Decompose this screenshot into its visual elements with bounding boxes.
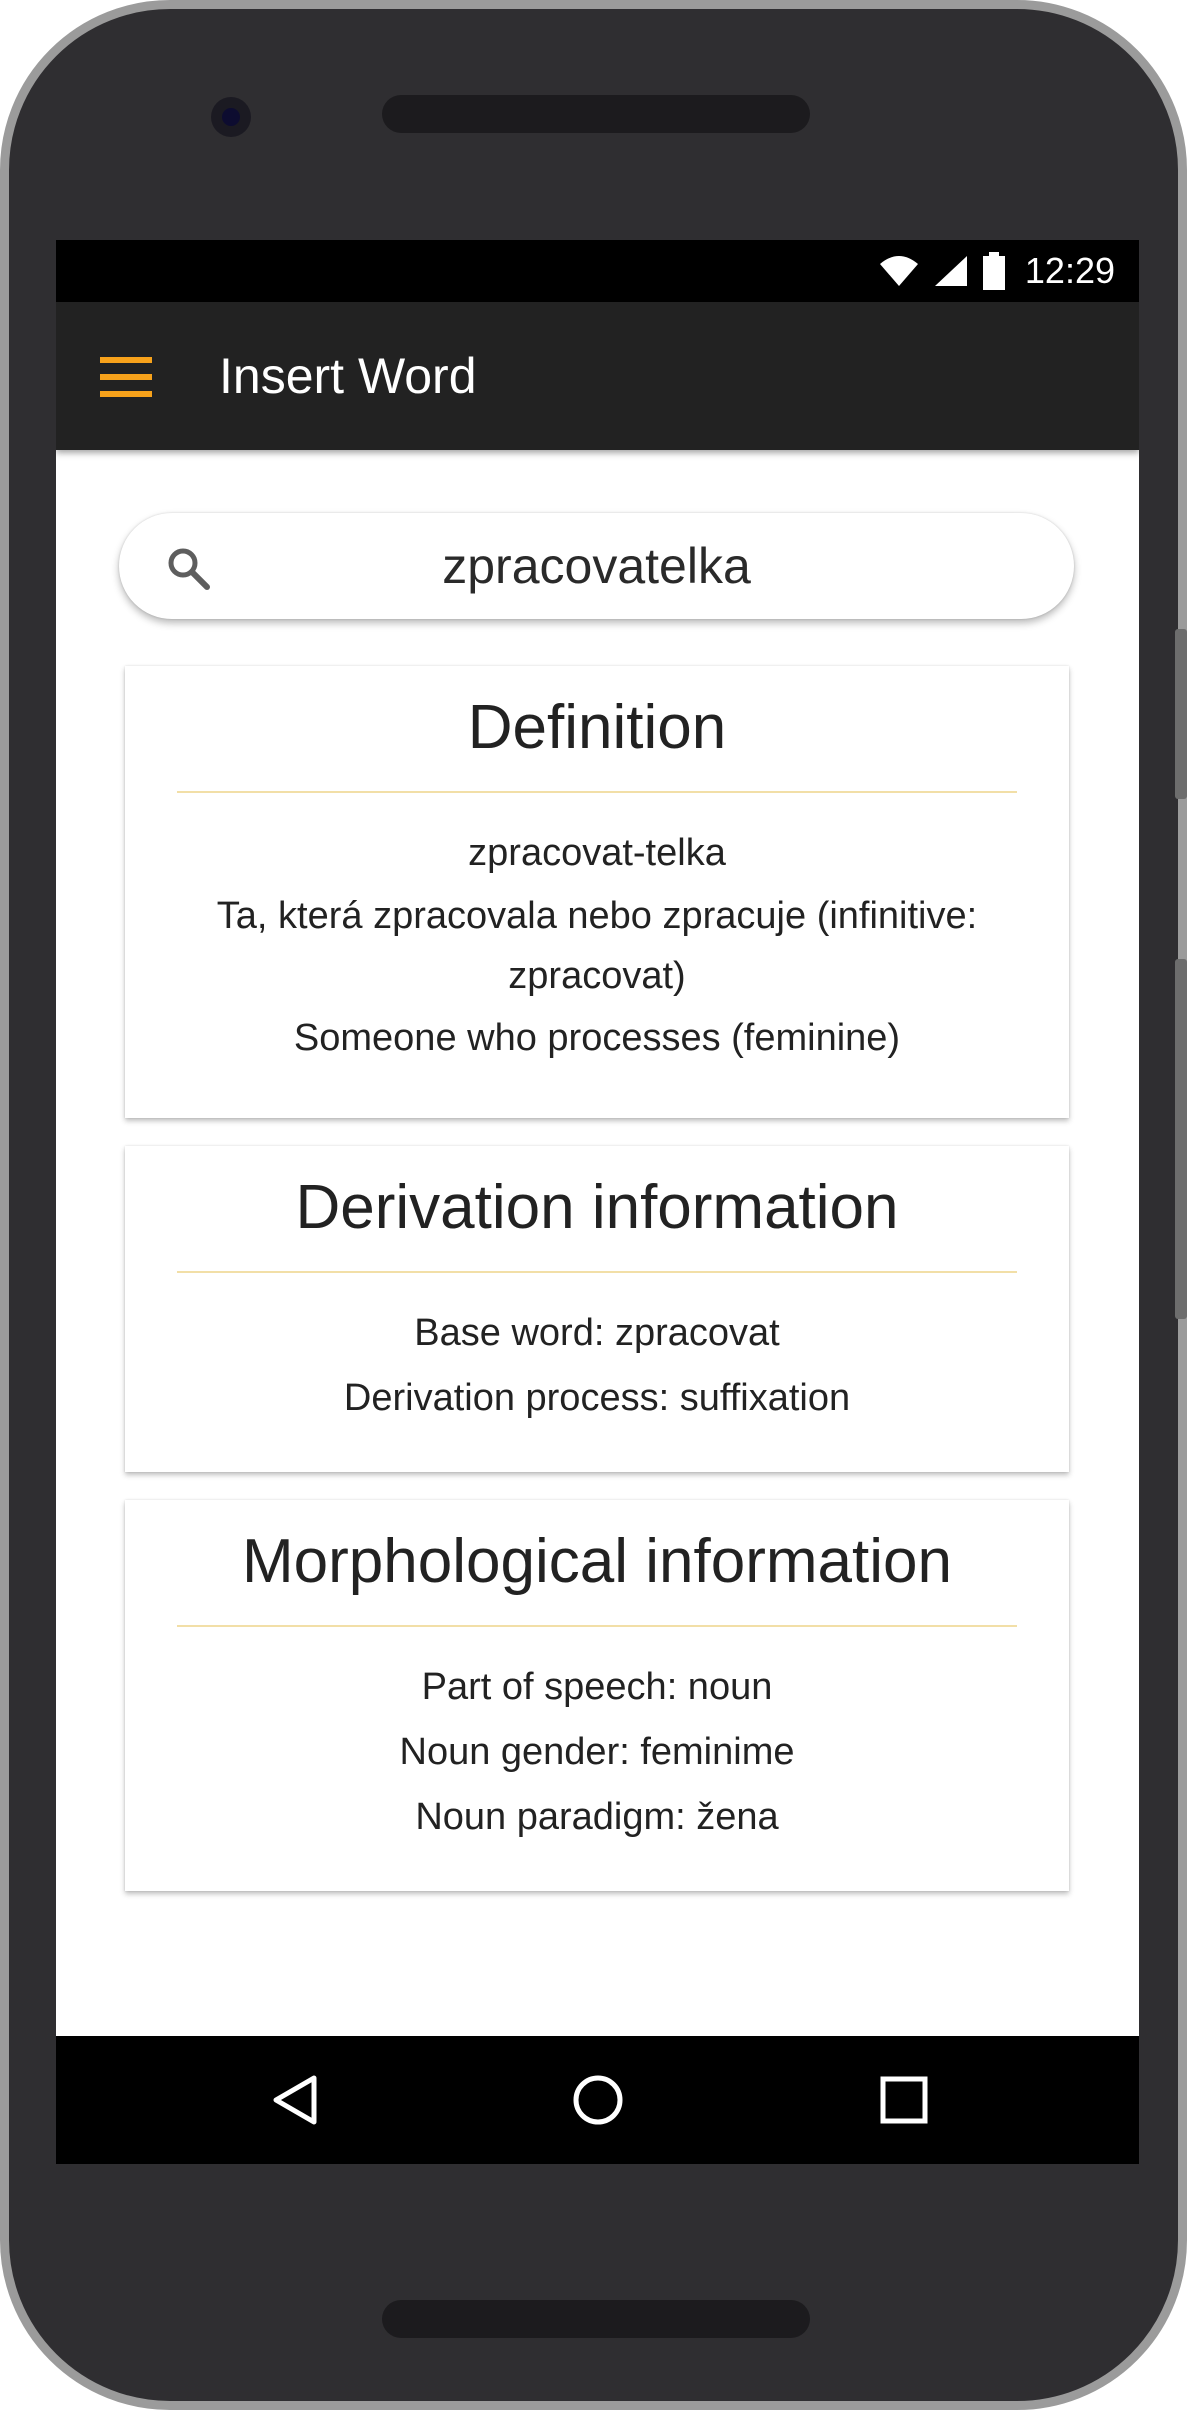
phone-frame: 12:29 Insert Word Definition zp bbox=[0, 0, 1187, 2410]
status-bar: 12:29 bbox=[56, 240, 1139, 302]
morphology-line: Part of speech: noun bbox=[421, 1666, 773, 1708]
app-bar: Insert Word bbox=[56, 302, 1139, 450]
navigation-bar bbox=[56, 2036, 1139, 2164]
morphology-title: Morphological information bbox=[242, 1527, 952, 1596]
definition-card: Definition zpracovat-telka Ta, která zpr… bbox=[125, 666, 1069, 1118]
bottom-speaker bbox=[382, 2300, 810, 2338]
definition-line: zpracovat-telka bbox=[468, 832, 726, 874]
wifi-icon bbox=[879, 256, 918, 286]
volume-button bbox=[1175, 959, 1187, 1319]
derivation-line: Derivation process: suffixation bbox=[343, 1377, 851, 1419]
battery-icon bbox=[982, 252, 1005, 290]
derivation-title: Derivation information bbox=[295, 1173, 899, 1242]
search-input[interactable] bbox=[229, 513, 964, 619]
device-screen: 12:29 Insert Word Definition zp bbox=[56, 240, 1139, 2164]
cellular-signal-icon bbox=[934, 256, 967, 286]
status-time: 12:29 bbox=[1024, 250, 1115, 291]
app-title: Insert Word bbox=[219, 348, 477, 404]
top-speaker bbox=[382, 95, 810, 133]
hamburger-menu-icon[interactable] bbox=[100, 351, 152, 403]
back-icon[interactable] bbox=[270, 2074, 322, 2126]
morphology-line: Noun gender: feminime bbox=[399, 1731, 795, 1773]
morphology-line: Noun paradigm: žena bbox=[415, 1796, 779, 1838]
definition-title: Definition bbox=[467, 693, 727, 762]
home-icon[interactable] bbox=[572, 2074, 624, 2126]
search-bar[interactable] bbox=[119, 513, 1074, 619]
derivation-line: Base word: zpracovat bbox=[414, 1312, 780, 1354]
definition-line: Someone who processes (feminine) bbox=[293, 1017, 901, 1059]
definition-line: Ta, která zpracovala nebo zpracuje (infi… bbox=[216, 895, 978, 997]
derivation-card: Derivation information Base word: zpraco… bbox=[125, 1146, 1069, 1472]
front-camera bbox=[211, 97, 251, 137]
morphology-card: Morphological information Part of speech… bbox=[125, 1500, 1069, 1891]
search-icon bbox=[168, 548, 210, 590]
recents-icon[interactable] bbox=[878, 2074, 930, 2126]
power-button bbox=[1175, 629, 1187, 799]
